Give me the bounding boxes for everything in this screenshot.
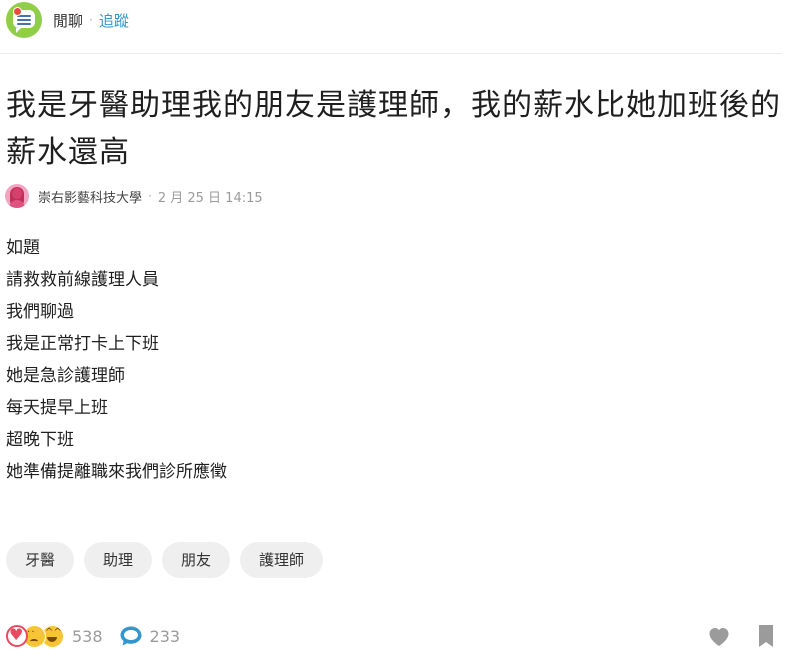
heart-reaction-icon [6,625,28,647]
content-line: 請救救前線護理人員 [6,270,159,290]
avatar [5,184,29,208]
content-line: 超晚下班 [6,430,74,450]
post-content: 如題 請救救前線護理人員 我們聊過 我是正常打卡上下班 她是急診護理師 每天提早… [6,232,227,488]
follow-button[interactable]: 追蹤 [99,10,129,31]
content-line: 我們聊過 [6,302,74,322]
content-line: 我是正常打卡上下班 [6,334,159,354]
tag-chip[interactable]: 牙醫 [6,542,75,578]
separator-dot: · [89,13,93,27]
tag-chip[interactable]: 朋友 [162,542,231,578]
post-date: 2 月 25 日 14:15 [157,190,263,206]
forum-header: 閒聊 · 追蹤 [6,2,129,38]
author-school: 崇右影藝科技大學 [38,190,143,206]
heart-icon[interactable] [707,625,731,647]
content-line: 她是急診護理師 [6,366,125,386]
forum-name[interactable]: 閒聊 [53,10,83,31]
content-line: 每天提早上班 [6,398,108,418]
post-title: 我是牙醫助理我的朋友是護理師，我的薪水比她加班後的薪水還高 [6,88,781,170]
comment-icon[interactable] [119,625,143,647]
separator-dot: · [148,189,152,203]
forum-chat-icon[interactable] [6,2,42,38]
post-footer: 538 233 [6,622,776,650]
bookmark-icon[interactable] [756,624,776,648]
comment-count: 233 [149,626,181,646]
content-line: 她準備提離職來我們診所應徵 [6,462,227,482]
reaction-summary[interactable] [6,624,64,648]
tag-chip[interactable]: 助理 [84,542,153,578]
tag-list: 牙醫 助理 朋友 護理師 [6,542,333,578]
reaction-count: 538 [72,626,103,646]
tag-chip[interactable]: 護理師 [240,542,324,578]
post-meta: 崇右影藝科技大學 · 2 月 25 日 14:15 [5,184,263,208]
content-line: 如題 [6,238,40,258]
header-divider [0,53,782,54]
